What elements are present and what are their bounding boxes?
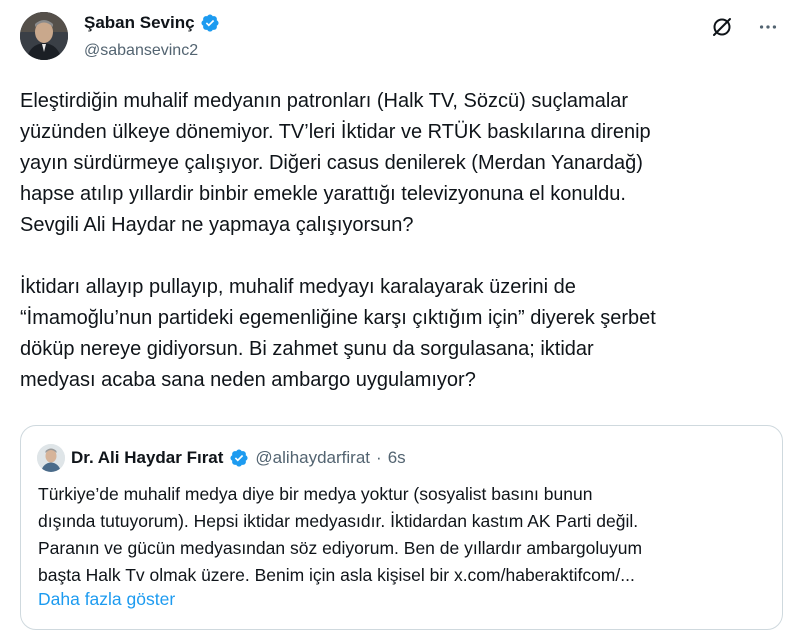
author-name-row: Şaban Sevinç (84, 13, 220, 33)
grok-icon[interactable] (709, 14, 735, 40)
quoted-tweet-time[interactable]: 6s (388, 448, 406, 468)
show-more-link[interactable]: Daha fazla göster (38, 589, 175, 610)
verified-badge-icon (229, 448, 249, 468)
meta-separator: · (376, 448, 382, 467)
quoted-tweet-header: Dr. Ali Haydar Fırat @alihaydarfirat · 6… (37, 444, 406, 472)
tweet-paragraph-2: İktidarı allayıp pullayıp, muhalif medya… (20, 276, 656, 391)
quoted-author-handle[interactable]: @alihaydarfirat (255, 448, 370, 468)
tweet-text: Eleştirdiğin muhalif medyanın patronları… (20, 86, 780, 396)
quoted-author-name[interactable]: Dr. Ali Haydar Fırat (71, 448, 223, 468)
quoted-tweet[interactable]: Dr. Ali Haydar Fırat @alihaydarfirat · 6… (20, 425, 783, 630)
quoted-tweet-text: Türkiye’de muhalif medya diye bir medya … (38, 484, 643, 585)
quoted-author-avatar[interactable] (37, 444, 65, 472)
author-handle[interactable]: @sabansevinc2 (84, 42, 198, 60)
author-name[interactable]: Şaban Sevinç (84, 13, 195, 33)
verified-badge-icon (200, 13, 220, 33)
tweet-actions-top (709, 14, 781, 40)
author-avatar[interactable] (20, 12, 68, 60)
tweet-paragraph-1: Eleştirdiğin muhalif medyanın patronları… (20, 90, 651, 236)
more-options-icon[interactable] (755, 14, 781, 40)
